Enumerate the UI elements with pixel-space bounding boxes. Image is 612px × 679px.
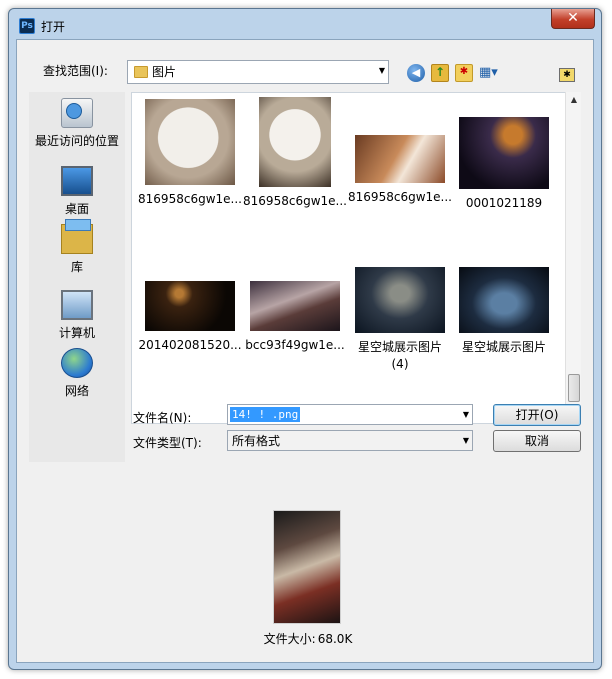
image-preview bbox=[273, 510, 341, 624]
file-item[interactable]: 201402081520... bbox=[138, 261, 242, 354]
file-thumbnail bbox=[145, 281, 235, 331]
chevron-down-icon: ▼ bbox=[378, 66, 385, 75]
place-label: 桌面 bbox=[64, 202, 89, 216]
filename-value: 14! ! .png bbox=[230, 407, 301, 422]
view-menu-icon[interactable]: ▦▾ bbox=[479, 64, 503, 82]
folder-icon bbox=[134, 66, 148, 78]
file-list-scrollbar[interactable]: ▲ ▼ bbox=[565, 92, 581, 424]
file-item[interactable]: 816958c6gw1e... bbox=[138, 99, 242, 208]
library-icon bbox=[61, 219, 93, 254]
file-name: 816958c6gw1e... bbox=[243, 194, 347, 208]
computer-icon bbox=[61, 290, 93, 320]
file-name: 201402081520... bbox=[138, 338, 242, 352]
recent-places-icon bbox=[61, 98, 93, 128]
file-item[interactable]: 0001021189 bbox=[452, 97, 556, 212]
place-library[interactable]: 库 bbox=[29, 219, 125, 275]
filetype-dropdown[interactable]: 所有格式 ▼ bbox=[227, 430, 473, 451]
title-bar[interactable]: Ps 打开 ✕ bbox=[9, 9, 601, 39]
file-name: 星空城展示图片 bbox=[357, 340, 442, 354]
file-size-label: 文件大小: bbox=[263, 632, 316, 646]
file-name: 816958c6gw1e... bbox=[138, 192, 242, 206]
filetype-label: 文件类型(T): bbox=[133, 436, 202, 450]
file-thumbnail bbox=[250, 281, 340, 331]
photoshop-app-icon: Ps bbox=[19, 18, 35, 34]
places-bar: 最近访问的位置 桌面 库 计算机 网络 bbox=[29, 92, 125, 462]
place-network[interactable]: 网络 bbox=[29, 348, 125, 399]
file-name: bcc93f49gw1e... bbox=[245, 338, 345, 352]
place-computer[interactable]: 计算机 bbox=[29, 286, 125, 341]
look-in-label: 查找范围(I): bbox=[43, 64, 108, 78]
place-recent[interactable]: 最近访问的位置 bbox=[29, 98, 125, 149]
cancel-button[interactable]: 取消 bbox=[493, 430, 581, 452]
new-folder-icon[interactable]: ✱ bbox=[455, 64, 473, 82]
filename-field[interactable]: 14! ! .png ▼ bbox=[227, 404, 473, 425]
file-item[interactable]: 星空城展示图片 bbox=[452, 267, 556, 356]
file-item[interactable]: 星空城展示图片 (4) bbox=[348, 267, 452, 373]
file-name: 星空城展示图片 bbox=[461, 340, 546, 354]
network-icon bbox=[61, 348, 93, 378]
file-size-value: 68.0K bbox=[317, 632, 353, 646]
place-label: 网络 bbox=[64, 384, 89, 398]
chevron-down-icon[interactable]: ▼ bbox=[463, 405, 469, 425]
scroll-up-icon[interactable]: ▲ bbox=[566, 92, 582, 108]
place-label: 最近访问的位置 bbox=[34, 134, 119, 148]
file-thumbnail bbox=[145, 99, 235, 185]
open-button[interactable]: 打开(O) bbox=[493, 404, 581, 426]
file-name: 816958c6gw1e... bbox=[348, 190, 452, 204]
close-button[interactable]: ✕ bbox=[551, 9, 595, 29]
file-name: 0001021189 bbox=[465, 196, 543, 210]
file-thumbnail bbox=[259, 97, 331, 187]
back-icon[interactable]: ◀ bbox=[407, 64, 425, 82]
star-icon[interactable]: ✱ bbox=[559, 68, 575, 82]
place-label: 库 bbox=[70, 260, 83, 274]
filename-label: 文件名(N): bbox=[133, 411, 192, 425]
close-icon: ✕ bbox=[567, 10, 579, 26]
open-dialog-window: Ps 打开 ✕ 查找范围(I): 图片 ▼ ◀ ↑ ✱ ▦▾ ✱ 最近访问的位置… bbox=[8, 8, 602, 670]
scroll-thumb[interactable] bbox=[568, 374, 580, 402]
up-folder-icon[interactable]: ↑ bbox=[431, 64, 449, 82]
file-name-line2: (4) bbox=[391, 357, 409, 371]
file-thumbnail bbox=[355, 135, 445, 183]
file-item[interactable]: bcc93f49gw1e... bbox=[243, 261, 347, 354]
file-thumbnail bbox=[459, 117, 549, 189]
filetype-value: 所有格式 bbox=[232, 434, 281, 448]
window-title: 打开 bbox=[41, 20, 66, 34]
dialog-client-area: 查找范围(I): 图片 ▼ ◀ ↑ ✱ ▦▾ ✱ 最近访问的位置 桌面 库 计算… bbox=[16, 39, 594, 663]
file-thumbnail bbox=[355, 267, 445, 333]
file-size: 文件大小: 68.0K bbox=[217, 630, 397, 647]
desktop-icon bbox=[61, 166, 93, 196]
place-label: 计算机 bbox=[58, 326, 95, 340]
chevron-down-icon: ▼ bbox=[462, 436, 469, 445]
file-item[interactable]: 816958c6gw1e... bbox=[243, 97, 347, 210]
file-list: 816958c6gw1e... 816958c6gw1e... 816958c6… bbox=[131, 92, 581, 424]
file-item[interactable]: 816958c6gw1e... bbox=[348, 97, 452, 206]
place-desktop[interactable]: 桌面 bbox=[29, 162, 125, 217]
look-in-value: 图片 bbox=[152, 65, 177, 79]
look-in-dropdown[interactable]: 图片 ▼ bbox=[127, 60, 389, 84]
file-thumbnail bbox=[459, 267, 549, 333]
